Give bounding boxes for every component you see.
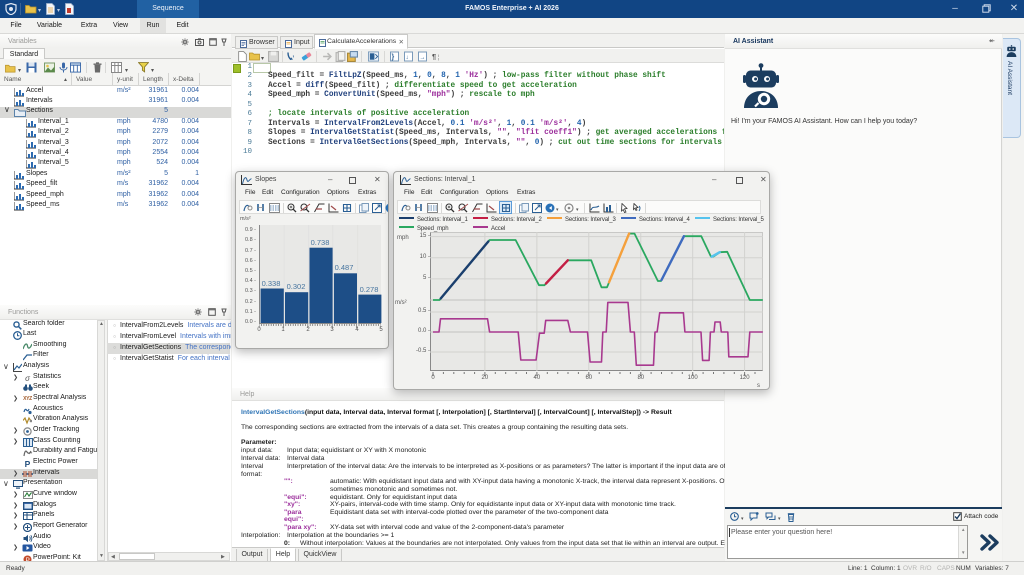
svg-text:¶: ¶ [432,52,436,61]
svg-text:→: → [420,55,426,61]
svg-text:¦: ¦ [438,54,440,61]
svg-text:,: , [293,53,295,59]
svg-text:↓: ↓ [406,55,409,61]
svg-text:}: } [392,54,395,61]
